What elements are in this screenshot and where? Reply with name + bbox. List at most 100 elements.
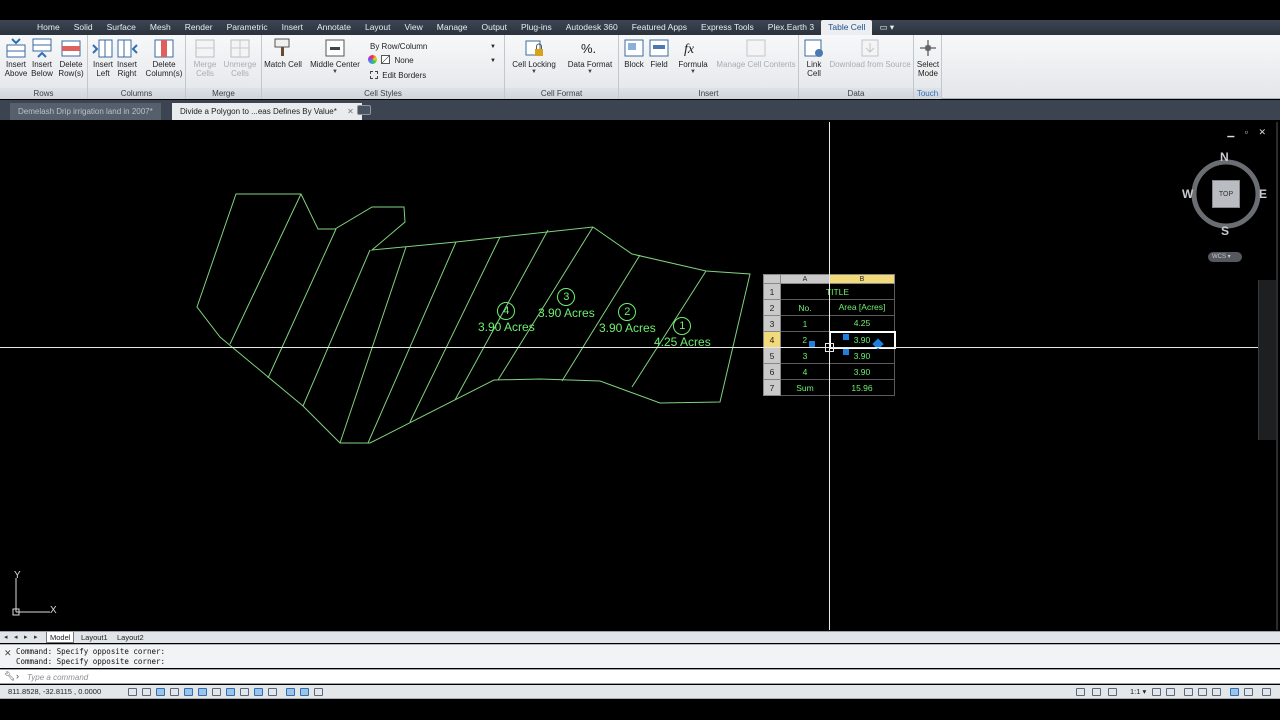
hardware-acceleration-icon[interactable]	[1212, 688, 1221, 696]
document-tab-divide-polygon[interactable]: Divide a Polygon to ...eas Defines By Va…	[172, 103, 362, 120]
tab-model[interactable]: Model	[46, 632, 75, 643]
drawing-canvas[interactable]: 4 3.90 Acres 3 3.90 Acres 2 3.90 Acres 1…	[0, 122, 1278, 630]
table-row-header[interactable]: 3	[763, 315, 781, 332]
cell-style-dropdown[interactable]: By Row/Column ▼	[367, 40, 499, 53]
dynamic-ucs-icon[interactable]	[240, 688, 249, 696]
table-column-header-a[interactable]: A	[780, 274, 830, 284]
lineweight-icon[interactable]	[268, 688, 277, 696]
model-space-icon[interactable]	[1076, 688, 1085, 696]
table-cell[interactable]: 15.96	[829, 379, 895, 396]
ribbon-display-options-button[interactable]: ▭ ▾	[872, 20, 901, 35]
object-snap-tracking-icon[interactable]	[226, 688, 235, 696]
tab-layout[interactable]: Layout	[358, 20, 398, 35]
clean-screen-icon[interactable]	[1244, 688, 1253, 696]
tab-layout2[interactable]: Layout2	[114, 632, 147, 643]
tab-parametric[interactable]: Parametric	[220, 20, 275, 35]
tab-express-tools[interactable]: Express Tools	[694, 20, 761, 35]
table-cell[interactable]: 4.25	[829, 315, 895, 332]
edit-borders-button[interactable]: Edit Borders	[367, 69, 467, 82]
table-row-header[interactable]: 1	[763, 283, 781, 300]
data-format-button[interactable]: %. Data Format ▼	[565, 37, 615, 75]
table-header-cell[interactable]: Area [Acres]	[829, 299, 895, 316]
formula-button[interactable]: fx Formula ▼	[675, 37, 711, 75]
tab-render[interactable]: Render	[178, 20, 220, 35]
next-layout-icon[interactable]: ▸	[24, 632, 28, 643]
wcs-menu[interactable]: WCS ▾	[1208, 252, 1242, 262]
previous-layout-icon[interactable]: ◂	[14, 632, 18, 643]
quick-properties-icon[interactable]	[300, 688, 309, 696]
block-button[interactable]: Block	[621, 37, 647, 69]
3d-object-snap-icon[interactable]	[212, 688, 221, 696]
last-layout-icon[interactable]: ▸	[34, 632, 38, 643]
insert-right-button[interactable]: Insert Right	[114, 37, 140, 78]
compass-east[interactable]: E	[1259, 187, 1267, 201]
annotation-visibility-icon[interactable]	[1152, 688, 1161, 696]
tab-table-cell[interactable]: Table Cell	[821, 20, 873, 35]
table-cell[interactable]: 2	[780, 331, 830, 348]
tab-home[interactable]: Home	[30, 20, 67, 35]
ortho-mode-icon[interactable]	[170, 688, 179, 696]
tab-output[interactable]: Output	[475, 20, 515, 35]
dynamic-input-icon[interactable]	[254, 688, 263, 696]
lock-ui-icon[interactable]	[1198, 688, 1207, 696]
auto-scale-icon[interactable]	[1166, 688, 1175, 696]
table-row-header[interactable]: 5	[763, 347, 781, 364]
link-cell-button[interactable]: Link Cell	[801, 37, 827, 78]
tab-featured-apps[interactable]: Featured Apps	[625, 20, 694, 35]
insert-left-button[interactable]: Insert Left	[90, 37, 116, 78]
table-cell[interactable]: Sum	[780, 379, 830, 396]
tab-view[interactable]: View	[398, 20, 430, 35]
table-row-header[interactable]: 2	[763, 299, 781, 316]
tab-plug-ins[interactable]: Plug-ins	[514, 20, 559, 35]
table-cell[interactable]: 4	[780, 363, 830, 380]
grip-top[interactable]	[843, 334, 849, 340]
customization-menu-icon[interactable]	[1262, 688, 1271, 696]
delete-rows-button[interactable]: Delete Row(s)	[57, 37, 85, 78]
table-cell-selected[interactable]: 3.90	[828, 330, 896, 349]
tab-solid[interactable]: Solid	[67, 20, 100, 35]
tab-insert[interactable]: Insert	[275, 20, 310, 35]
table-title-cell[interactable]: TITLE	[780, 283, 895, 300]
close-icon[interactable]: ✕	[4, 648, 12, 659]
transparency-icon[interactable]	[286, 688, 295, 696]
object-snap-icon[interactable]	[198, 688, 207, 696]
navigation-bar[interactable]	[1258, 280, 1278, 440]
annotation-scale-label[interactable]: 1:1 ▾	[1130, 685, 1146, 699]
wrench-icon[interactable]: 🔧︎	[4, 671, 15, 682]
snap-mode-icon[interactable]	[142, 688, 151, 696]
grip-bottom[interactable]	[843, 349, 849, 355]
table-row-header[interactable]: 7	[763, 379, 781, 396]
table-cell[interactable]: 3.90	[829, 363, 895, 380]
tab-layout1[interactable]: Layout1	[78, 632, 111, 643]
middle-center-button[interactable]: Middle Center ▼	[307, 37, 363, 75]
tab-mesh[interactable]: Mesh	[143, 20, 178, 35]
select-mode-button[interactable]: Select Mode	[915, 37, 941, 78]
tab-surface[interactable]: Surface	[100, 20, 143, 35]
delete-columns-button[interactable]: Delete Column(s)	[144, 37, 184, 78]
tab-autodesk-360[interactable]: Autodesk 360	[559, 20, 625, 35]
table-cell[interactable]: 1	[780, 315, 830, 332]
tab-manage[interactable]: Manage	[430, 20, 475, 35]
infer-constraints-icon[interactable]	[128, 688, 137, 696]
first-layout-icon[interactable]: ◂	[4, 632, 8, 643]
viewport-window-controls[interactable]: ▁ ▫ ✕	[1227, 127, 1270, 138]
close-tab-icon[interactable]: ✕	[347, 107, 354, 116]
command-input[interactable]	[27, 671, 827, 683]
workspace-switching-icon[interactable]	[1184, 688, 1193, 696]
cell-locking-button[interactable]: Cell Locking ▼	[509, 37, 559, 75]
annotation-scale-icon[interactable]	[1108, 688, 1117, 696]
table-cell[interactable]: 3.90	[829, 347, 895, 364]
cell-background-color-dropdown[interactable]: None ▼	[367, 54, 499, 67]
viewcube[interactable]: N S E W TOP	[1180, 150, 1272, 244]
table-header-cell[interactable]: No.	[780, 299, 830, 316]
manage-cell-contents-button[interactable]: Manage Cell Contents	[715, 37, 797, 69]
table-column-header-b[interactable]: B	[829, 274, 895, 284]
tab-plex-earth-3[interactable]: Plex.Earth 3	[761, 20, 821, 35]
table-cell[interactable]: 3	[780, 347, 830, 364]
grid-display-icon[interactable]	[156, 688, 165, 696]
insert-below-button[interactable]: Insert Below	[29, 37, 55, 78]
selection-cycling-icon[interactable]	[314, 688, 323, 696]
quick-view-layouts-icon[interactable]	[1092, 688, 1101, 696]
isolate-objects-icon[interactable]	[1230, 688, 1239, 696]
new-tab-button[interactable]	[357, 105, 371, 115]
